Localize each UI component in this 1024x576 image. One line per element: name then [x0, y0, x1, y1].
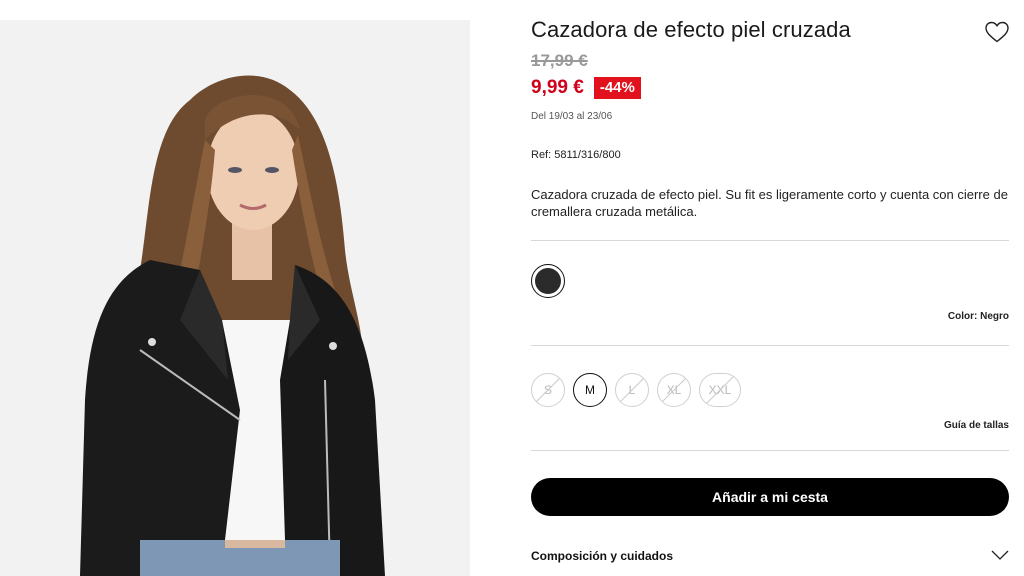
size-option-l: L: [615, 373, 649, 407]
product-description: Cazadora cruzada de efecto piel. Su fit …: [531, 187, 1008, 219]
divider: [531, 240, 1009, 241]
unavailable-strike: [658, 374, 690, 406]
size-option-m[interactable]: M: [573, 373, 607, 407]
product-info-panel: Cazadora de efecto piel cruzada 17,99 € …: [531, 0, 1009, 576]
size-option-xl: XL: [657, 373, 691, 407]
model-illustration: [0, 20, 470, 576]
size-guide-link[interactable]: Guía de tallas: [944, 420, 1009, 431]
unavailable-strike: [532, 374, 564, 406]
size-option-xxl: XXL: [699, 373, 741, 407]
discount-badge: -44%: [593, 77, 641, 99]
product-image: [0, 20, 470, 576]
selected-color-label: Color: Negro: [947, 311, 1009, 322]
add-to-cart-button[interactable]: Añadir a mi cesta: [531, 478, 1009, 516]
accordion-label: Composición y cuidados: [531, 549, 674, 563]
product-title: Cazadora de efecto piel cruzada: [531, 17, 851, 42]
color-swatch-negro[interactable]: [531, 264, 565, 298]
heart-outline-icon[interactable]: [984, 20, 1010, 44]
size-label: M: [585, 383, 595, 397]
promo-dates: Del 19/03 al 23/06: [531, 111, 613, 122]
divider: [531, 450, 1009, 451]
chevron-down-icon: [991, 547, 1009, 565]
price-row: 9,99 € -44%: [531, 76, 641, 100]
divider: [531, 345, 1009, 346]
original-price: 17,99 €: [531, 51, 588, 70]
size-option-s: S: [531, 373, 565, 407]
size-selector: S M L XL XXL: [531, 373, 741, 407]
composition-accordion[interactable]: Composición y cuidados: [531, 544, 1009, 568]
color-swatch-fill: [535, 268, 561, 294]
product-reference: Ref: 5811/316/800: [531, 149, 621, 161]
sale-price: 9,99 €: [531, 77, 584, 98]
unavailable-strike: [616, 374, 648, 406]
